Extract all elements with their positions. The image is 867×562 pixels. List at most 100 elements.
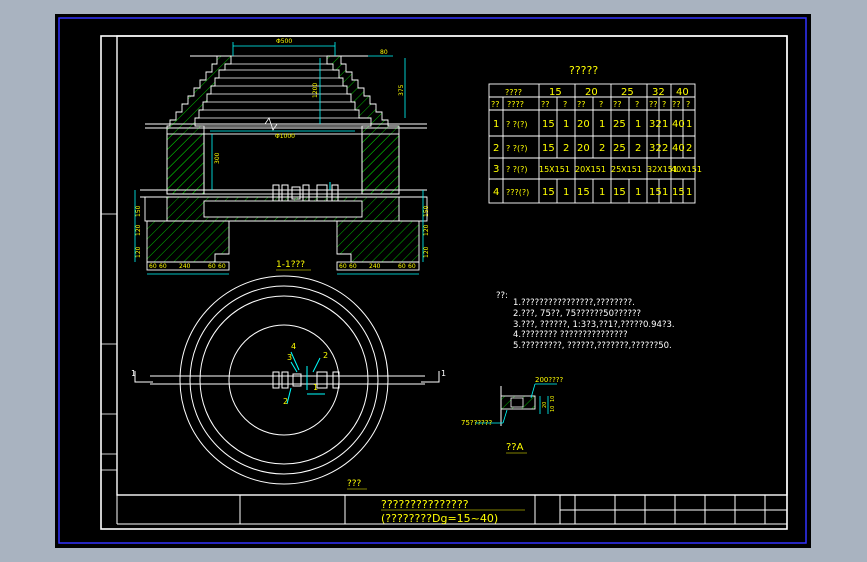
svg-text:????: ???? <box>505 88 522 97</box>
dim-mid: Φ1000 <box>275 133 295 140</box>
svg-text:20: 20 <box>577 119 590 130</box>
svg-text:20: 20 <box>577 143 590 154</box>
svg-text:1: 1 <box>563 119 569 130</box>
svg-text:?: ? <box>599 100 603 109</box>
plan-label-3: 3 <box>287 353 292 362</box>
cad-drawing: ??????????????? (????????Dg=15~40) Φ500 … <box>58 17 807 544</box>
svg-text:??: ?? <box>491 100 500 109</box>
svg-text:3: 3 <box>493 164 499 175</box>
svg-text:?: ? <box>686 100 690 109</box>
svg-text:2: 2 <box>686 143 692 154</box>
margin-ticks <box>101 213 117 471</box>
svg-text:15: 15 <box>549 87 562 98</box>
plan-title: ??? <box>347 479 362 489</box>
table-row-3: 3 ? ?(?) 15X151 20X151 25X151 32X151 40X… <box>493 164 702 175</box>
svg-text:1: 1 <box>686 119 692 130</box>
svg-text:1: 1 <box>563 187 569 198</box>
svg-text:25: 25 <box>621 87 634 98</box>
svg-text:60: 60 <box>349 263 357 270</box>
svg-text:15: 15 <box>542 119 555 130</box>
dim-top: Φ500 <box>276 38 292 45</box>
note-4: 4.???????? ??????????????? <box>513 330 628 340</box>
dim-150-right: 150 <box>423 205 430 217</box>
base-dims-left: 60 60 240 60 60 <box>149 263 226 270</box>
svg-text:240: 240 <box>369 263 381 270</box>
svg-text:??: ?? <box>672 100 681 109</box>
dim-80: 80 <box>380 49 388 56</box>
detail-dim-1: 20 <box>542 402 548 408</box>
detail-dim-2: 10 <box>550 396 556 402</box>
section-view <box>134 42 428 275</box>
dim-300: 300 <box>214 152 221 164</box>
dim-height: 1200 <box>312 83 319 98</box>
detail-label-left: 75?????? <box>461 419 492 427</box>
svg-text:4: 4 <box>493 187 499 198</box>
svg-text:32: 32 <box>649 119 662 130</box>
svg-text:60: 60 <box>159 263 167 270</box>
table-subheader: ?? ???? ?? ? ?? ? ?? ? ?? ? ?? ? <box>491 100 690 109</box>
svg-text:????: ???? <box>507 100 524 109</box>
svg-text:25: 25 <box>613 119 626 130</box>
svg-text:15X151: 15X151 <box>539 165 570 174</box>
notes: ??: 1.????????????????,????????. 2.???, … <box>496 291 675 351</box>
dim-150-left: 150 <box>135 205 142 217</box>
svg-text:2: 2 <box>662 143 668 154</box>
note-1: 1.????????????????,????????. <box>513 298 635 308</box>
svg-text:32: 32 <box>652 87 665 98</box>
svg-text:1: 1 <box>635 187 641 198</box>
svg-text:??: ?? <box>577 100 586 109</box>
svg-text:1: 1 <box>635 119 641 130</box>
svg-text:15: 15 <box>542 187 555 198</box>
note-5: 5.?????????, ??????,???????,??????50. <box>513 341 672 351</box>
plan-label-4: 4 <box>291 342 296 351</box>
svg-text:1: 1 <box>686 187 692 198</box>
svg-text:? ?(?): ? ?(?) <box>506 120 528 129</box>
svg-text:15: 15 <box>613 187 626 198</box>
svg-text:60: 60 <box>208 263 216 270</box>
svg-text:??: ?? <box>613 100 622 109</box>
svg-text:? ?(?): ? ?(?) <box>506 165 528 174</box>
plan-view <box>134 275 440 485</box>
base-dims-right: 60 60 240 60 60 <box>339 263 416 270</box>
note-3: 3.???, ??????, 1:3?3,??1?,?????0.94?3. <box>513 320 675 330</box>
svg-text:60: 60 <box>149 263 157 270</box>
svg-text:?: ? <box>563 100 567 109</box>
dim-120-left-b: 120 <box>135 246 142 258</box>
svg-text:1: 1 <box>662 187 668 198</box>
svg-text:240: 240 <box>179 263 191 270</box>
svg-text:15: 15 <box>649 187 662 198</box>
plan-label-1: 1 <box>313 383 318 392</box>
note-2: 2.???, 75??, 75??????50?????? <box>513 309 641 319</box>
svg-text:2: 2 <box>493 143 499 154</box>
detail-label-top: 200???? <box>535 376 564 384</box>
plan-label-2a: 2 <box>323 351 328 360</box>
svg-text:60: 60 <box>408 263 416 270</box>
plan-label-2b: 2 <box>283 397 288 406</box>
drawing-viewport[interactable]: ??????????????? (????????Dg=15~40) Φ500 … <box>55 14 811 548</box>
svg-text:???(?): ???(?) <box>506 188 529 197</box>
svg-text:1: 1 <box>599 119 605 130</box>
table-header-sizes: ???? 15 20 25 32 40 <box>505 87 689 98</box>
svg-text:?: ? <box>635 100 639 109</box>
svg-text:60: 60 <box>398 263 406 270</box>
svg-text:40: 40 <box>672 119 685 130</box>
plan-cut-left: 1 <box>131 369 136 378</box>
svg-text:40: 40 <box>672 143 685 154</box>
detail-title: ??A <box>506 442 524 453</box>
svg-text:2: 2 <box>599 143 605 154</box>
svg-text:25: 25 <box>613 143 626 154</box>
svg-text:??: ?? <box>649 100 658 109</box>
svg-text:?: ? <box>662 100 666 109</box>
svg-text:15: 15 <box>577 187 590 198</box>
title-line-2: (????????Dg=15~40) <box>381 512 498 525</box>
svg-text:40X151: 40X151 <box>671 165 702 174</box>
detail-dim-3: 10 <box>550 406 556 412</box>
svg-text:32: 32 <box>649 143 662 154</box>
title-line-1: ??????????????? <box>381 498 469 511</box>
plan-cut-right: 1 <box>441 369 446 378</box>
dim-120-right-a: 120 <box>423 224 430 236</box>
svg-text:60: 60 <box>339 263 347 270</box>
svg-text:60: 60 <box>218 263 226 270</box>
svg-text:2: 2 <box>563 143 569 154</box>
dim-120-right-b: 120 <box>423 246 430 258</box>
